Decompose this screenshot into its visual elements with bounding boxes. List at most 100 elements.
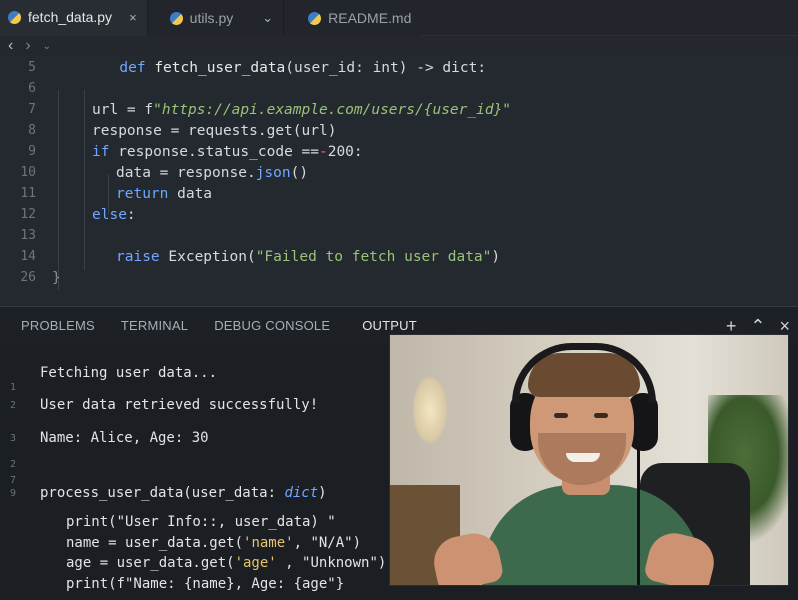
output-part: , (293, 535, 311, 551)
keyword: return (116, 185, 169, 202)
tab-terminal[interactable]: TERMINAL (108, 307, 201, 345)
output-line-number: 2 (10, 458, 17, 470)
output-part: print("User Info::, (66, 514, 235, 530)
forward-arrow-icon[interactable]: › (25, 37, 30, 55)
python-file-icon (8, 10, 21, 24)
code-part: response.status_code == (109, 143, 319, 160)
tab-readme[interactable]: README.md (284, 0, 422, 36)
code-text: else: (92, 207, 136, 223)
presenter-eye (594, 413, 608, 418)
tab-label: utils.py (189, 10, 234, 26)
code-part: data = response. (116, 164, 256, 181)
output-text: Name: Alice, Age: 30 (40, 430, 209, 446)
f-string: "https://api.example.com/users/{user_id}… (153, 101, 512, 118)
output-part: , (276, 555, 303, 571)
line-number: 9 (28, 144, 36, 159)
code-part: () (290, 164, 309, 181)
function-name: fetch_user_data (154, 59, 286, 76)
string-literal: "Unknown" (302, 555, 378, 571)
tab-debug-console[interactable]: DEBUG CONSOLE (201, 307, 343, 345)
tab-label: README.md (328, 10, 412, 26)
code-part: ) (491, 248, 501, 265)
close-tab-icon[interactable]: × (129, 10, 137, 25)
string-literal: 'age' (234, 555, 277, 571)
output-part: user_data) " (234, 514, 336, 530)
output-text: print("User Info::, user_data) " (66, 514, 336, 530)
lamp (412, 375, 448, 445)
output-line-number: 1 (10, 381, 17, 393)
tab-utils[interactable]: utils.py ⌄ (147, 0, 285, 36)
output-line-number: 2 (10, 399, 17, 411)
python-file-icon (169, 11, 183, 25)
tab-fetch-data[interactable]: fetch_data.py × (0, 0, 148, 36)
code-line: 8 response = requests.get(url) (0, 120, 798, 141)
params: (user_id: int) -> dict: (285, 59, 487, 76)
editor-tab-bar: fetch_data.py × utils.py ⌄ README.md (0, 0, 798, 36)
line-number: 12 (20, 207, 36, 222)
code-part: url = f (92, 101, 154, 118)
output-part: age = user_data.get( (66, 555, 235, 571)
code-line: 6 (0, 78, 798, 99)
headphone-cable (637, 447, 640, 585)
output-text: age = user_data.get('age' , "Unknown") (66, 555, 386, 571)
operator: - (318, 143, 328, 160)
code-line: 7 url = f"https://api.example.com/users/… (0, 99, 798, 120)
code-text: response = requests.get(url) (92, 122, 337, 139)
code-text: raise Exception("Failed to fetch user da… (116, 249, 500, 265)
line-number: 14 (20, 249, 36, 264)
code-editor[interactable]: 5 def fetch_user_data(user_id: int) -> d… (0, 56, 798, 306)
output-part: ) (318, 485, 327, 501)
output-part: name = user_data.get( (66, 535, 244, 551)
line-number: 8 (28, 123, 36, 138)
output-part: process_user_data(user_data: (40, 485, 285, 501)
code-text: data = response.json() (116, 165, 308, 181)
output-text: User data retrieved successfully! (40, 397, 319, 413)
code-text: return data (116, 186, 212, 202)
back-arrow-icon[interactable]: ‹ (8, 37, 13, 55)
breadcrumb-marker-icon[interactable]: ⌄ (43, 41, 51, 52)
code-line: 14 raise Exception("Failed to fetch user… (0, 246, 798, 267)
string-literal: 'name' (243, 535, 294, 551)
keyword: raise (116, 248, 160, 265)
code-part: : (126, 206, 136, 223)
webcam-overlay (389, 334, 789, 586)
code-line: 9 if response.status_code ==-200: (0, 141, 798, 162)
chevron-down-icon[interactable]: ⌄ (262, 10, 273, 26)
code-line: 10 data = response.json() (0, 162, 798, 183)
line-number: 11 (20, 186, 36, 201)
tab-label: fetch_data.py (28, 9, 113, 25)
output-line-number: 3 (10, 432, 17, 444)
code-line: 12 else: (0, 204, 798, 225)
keyword: if (92, 143, 110, 160)
output-text: Fetching user data... (40, 365, 218, 381)
output-text: process_user_data(user_data: dict) (40, 485, 327, 501)
string-literal: "N/A" (310, 535, 353, 551)
output-line-number: 7 (10, 474, 17, 486)
output-part: ) (377, 555, 387, 571)
code-part: data (168, 185, 213, 202)
python-file-icon (308, 11, 322, 25)
presenter-eye (554, 413, 568, 418)
code-part: 200: (327, 143, 363, 160)
line-number: 10 (20, 165, 36, 180)
code-part: Exception( (159, 248, 256, 265)
output-text: name = user_data.get('name', "N/A") (66, 535, 361, 551)
tab-problems[interactable]: PROBLEMS (0, 307, 108, 345)
line-number: 5 (28, 60, 36, 75)
output-part: ) (352, 535, 362, 551)
string-literal: "Failed to fetch user data" (255, 248, 492, 265)
code-line: 26 } (0, 267, 798, 288)
line-number: 7 (28, 102, 36, 117)
code-line: 13 (0, 225, 798, 246)
output-line-number: 9 (10, 487, 17, 499)
line-number: 6 (28, 81, 36, 96)
method: json (255, 164, 291, 181)
code-line: 11 return data (0, 183, 798, 204)
keyword: else (92, 206, 127, 223)
code-text: if response.status_code ==-200: (92, 144, 363, 160)
code-text: url = f"https://api.example.com/users/{u… (92, 102, 511, 118)
line-number: 13 (20, 228, 36, 243)
code-text: } (52, 269, 61, 286)
presenter-mouth (566, 453, 600, 462)
type-hint: dict (284, 485, 319, 501)
